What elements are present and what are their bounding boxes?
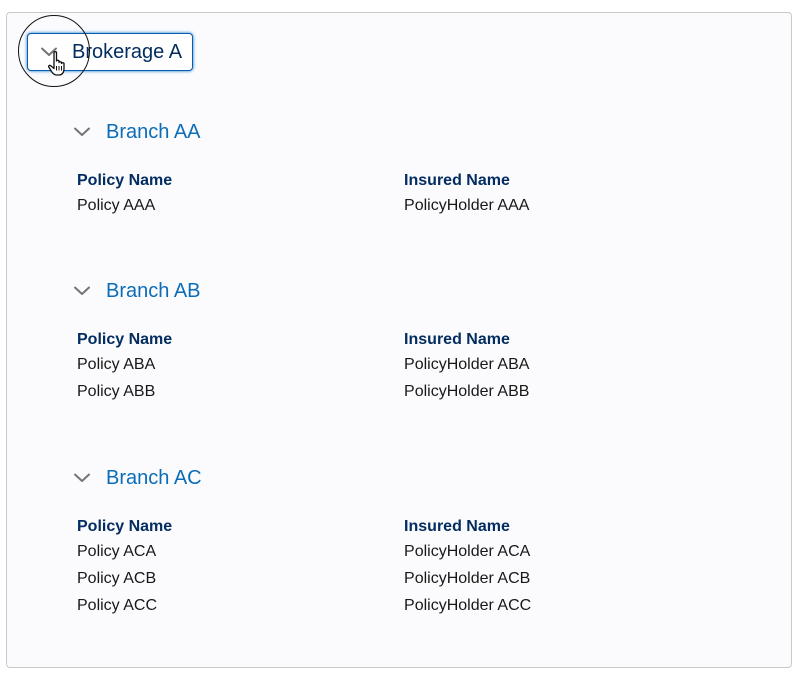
- insured-name-cell: PolicyHolder ACB: [404, 569, 531, 587]
- branch-ac-toggle[interactable]: Branch AC: [73, 464, 597, 492]
- insured-name-cell: PolicyHolder ABA: [404, 355, 530, 373]
- policy-name-cell: Policy ACC: [77, 596, 158, 614]
- table-row: Policy AAA PolicyHolder AAA: [77, 192, 597, 219]
- policy-name-cell: Policy ACA: [77, 542, 157, 560]
- column-header-insured-name: Insured Name: [404, 330, 510, 348]
- brokerage-a-label: Brokerage A: [72, 40, 183, 63]
- table-row: Policy ABA PolicyHolder ABA: [77, 351, 597, 378]
- brokerage-a-toggle-button[interactable]: Brokerage A: [27, 33, 194, 71]
- branch-ab-policy-table: Policy Name Insured Name Policy ABA Poli…: [77, 328, 597, 405]
- table-row: Policy ACC PolicyHolder ACC: [77, 592, 597, 619]
- table-row: Policy ABB PolicyHolder ABB: [77, 378, 597, 405]
- chevron-down-icon: [40, 43, 58, 61]
- column-header-policy-name: Policy Name: [77, 330, 173, 348]
- table-header-row: Policy Name Insured Name: [77, 169, 597, 192]
- accordion-card: Brokerage A Branch AA Policy Name Insure…: [6, 12, 792, 668]
- column-header-policy-name: Policy Name: [77, 171, 173, 189]
- branch-ab-label: Branch AB: [106, 279, 201, 302]
- branch-aa-toggle[interactable]: Branch AA: [73, 118, 597, 146]
- branch-ab-section: Branch AB Policy Name Insured Name Polic…: [73, 277, 597, 405]
- column-header-policy-name: Policy Name: [77, 517, 173, 535]
- policy-name-cell: Policy ABB: [77, 382, 156, 400]
- table-header-row: Policy Name Insured Name: [77, 515, 597, 538]
- table-header-row: Policy Name Insured Name: [77, 328, 597, 351]
- branch-aa-label: Branch AA: [106, 120, 201, 143]
- policy-name-cell: Policy AAA: [77, 196, 156, 214]
- column-header-insured-name: Insured Name: [404, 517, 510, 535]
- chevron-down-icon: [73, 469, 91, 487]
- branch-ac-section: Branch AC Policy Name Insured Name Polic…: [73, 464, 597, 619]
- chevron-down-icon: [73, 123, 91, 141]
- column-header-insured-name: Insured Name: [404, 171, 510, 189]
- insured-name-cell: PolicyHolder AAA: [404, 196, 530, 214]
- insured-name-cell: PolicyHolder ACA: [404, 542, 531, 560]
- policy-name-cell: Policy ACB: [77, 569, 157, 587]
- branch-ac-policy-table: Policy Name Insured Name Policy ACA Poli…: [77, 515, 597, 619]
- insured-name-cell: PolicyHolder ACC: [404, 596, 532, 614]
- insured-name-cell: PolicyHolder ABB: [404, 382, 530, 400]
- branch-ac-label: Branch AC: [106, 466, 202, 489]
- branch-ab-toggle[interactable]: Branch AB: [73, 277, 597, 305]
- branch-aa-section: Branch AA Policy Name Insured Name Polic…: [73, 118, 597, 219]
- chevron-down-icon: [73, 282, 91, 300]
- policy-name-cell: Policy ABA: [77, 355, 156, 373]
- branch-aa-policy-table: Policy Name Insured Name Policy AAA Poli…: [77, 169, 597, 219]
- table-row: Policy ACA PolicyHolder ACA: [77, 538, 597, 565]
- table-row: Policy ACB PolicyHolder ACB: [77, 565, 597, 592]
